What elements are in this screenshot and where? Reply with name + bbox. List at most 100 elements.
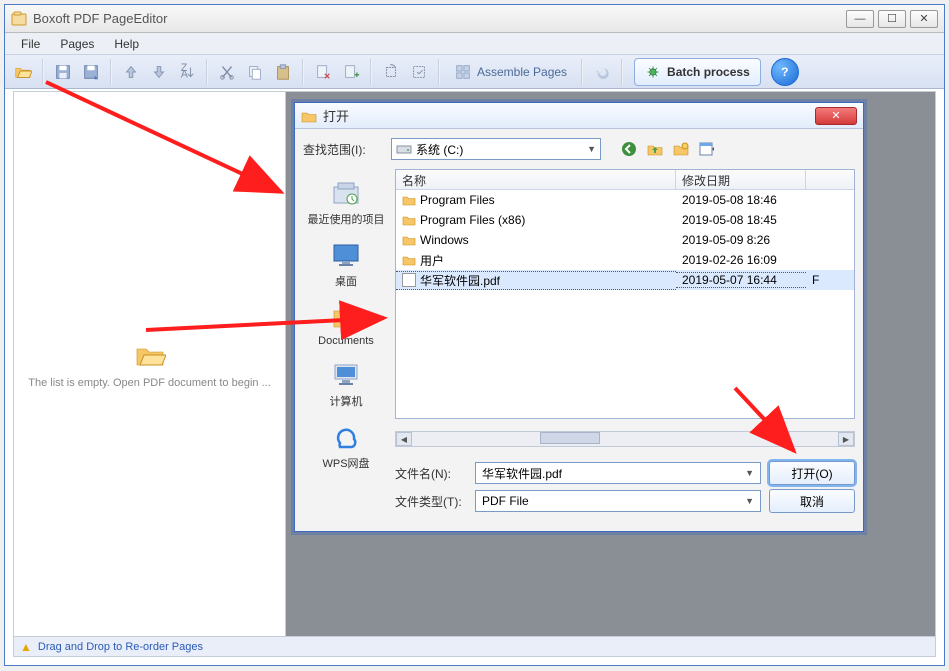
place-wps-label: WPS网盘 <box>322 455 369 471</box>
file-date: 2019-02-26 16:09 <box>676 253 806 267</box>
dialog-close-button[interactable]: ✕ <box>815 107 857 125</box>
rotate-button[interactable] <box>377 58 405 86</box>
file-list-header: 名称 修改日期 <box>396 170 854 190</box>
gear-icon <box>645 64 661 80</box>
dialog-title: 打开 <box>323 106 815 125</box>
menu-file[interactable]: File <box>11 34 50 54</box>
place-recent[interactable]: 最近使用的项目 <box>307 173 385 231</box>
place-documents-label: Documents <box>318 335 374 347</box>
lookin-value: 系统 (C:) <box>416 141 463 158</box>
header-date[interactable]: 修改日期 <box>676 170 806 189</box>
header-tail[interactable] <box>806 170 854 189</box>
scroll-thumb[interactable] <box>540 432 600 444</box>
scroll-track[interactable] <box>412 432 838 446</box>
separator <box>42 59 44 85</box>
up-button[interactable] <box>645 139 665 159</box>
places-bar: 最近使用的项目 桌面 Documents 计算机 WPS网盘 <box>303 169 389 449</box>
minimize-button[interactable]: — <box>846 10 874 28</box>
movedown-button[interactable] <box>145 58 173 86</box>
place-desktop[interactable]: 桌面 <box>307 235 385 293</box>
separator <box>621 59 623 85</box>
batch-label: Batch process <box>667 65 750 79</box>
assemble-icon <box>454 63 472 81</box>
statusbar: ▲ Drag and Drop to Re-order Pages <box>13 637 936 657</box>
back-button[interactable] <box>619 139 639 159</box>
scroll-right-button[interactable]: ▶ <box>838 432 854 446</box>
file-name: Program Files (x86) <box>420 213 525 227</box>
filename-label: 文件名(N): <box>395 465 467 482</box>
file-row[interactable]: 华军软件园.pdf2019-05-07 16:44F <box>396 270 854 290</box>
separator <box>302 59 304 85</box>
horizontal-scrollbar[interactable]: ◀ ▶ <box>395 431 855 447</box>
filename-combo[interactable]: 华军软件园.pdf ▼ <box>475 462 761 484</box>
viewmenu-button[interactable] <box>697 139 717 159</box>
assemble-label: Assemble Pages <box>477 65 567 79</box>
help-button[interactable]: ? <box>771 58 799 86</box>
file-date: 2019-05-08 18:45 <box>676 213 806 227</box>
svg-text:A: A <box>181 68 189 80</box>
menu-pages[interactable]: Pages <box>50 34 104 54</box>
file-list[interactable]: 名称 修改日期 Program Files2019-05-08 18:46Pro… <box>395 169 855 419</box>
scroll-left-button[interactable]: ◀ <box>396 432 412 446</box>
file-name: Windows <box>420 233 469 247</box>
window-controls: — ☐ ✕ <box>846 10 938 28</box>
place-desktop-label: 桌面 <box>335 273 357 289</box>
batch-process-button[interactable]: Batch process <box>634 58 761 86</box>
chevron-down-icon: ▼ <box>745 496 754 506</box>
save-button[interactable] <box>49 58 77 86</box>
menu-help[interactable]: Help <box>104 34 149 54</box>
moveup-button[interactable] <box>117 58 145 86</box>
file-row[interactable]: Windows 2019-05-09 8:26 <box>396 230 854 250</box>
cancel-button[interactable]: 取消 <box>769 489 855 513</box>
sort-button[interactable]: ZA <box>173 58 201 86</box>
file-row[interactable]: 用户 2019-02-26 16:09 <box>396 250 854 270</box>
undo-button[interactable] <box>588 58 616 86</box>
status-text: Drag and Drop to Re-order Pages <box>38 641 203 653</box>
separator <box>581 59 583 85</box>
window-title: Boxoft PDF PageEditor <box>33 11 846 26</box>
dialog-bottom: 文件名(N): 华军软件园.pdf ▼ 打开(O) 文件类型(T): PDF F… <box>395 459 855 523</box>
place-computer[interactable]: 计算机 <box>307 355 385 413</box>
place-wps[interactable]: WPS网盘 <box>307 417 385 475</box>
lookin-combo[interactable]: 系统 (C:) ▼ <box>391 138 601 160</box>
insert-button[interactable] <box>337 58 365 86</box>
place-documents[interactable]: Documents <box>307 297 385 351</box>
header-name[interactable]: 名称 <box>396 170 676 189</box>
file-row[interactable]: Program Files2019-05-08 18:46 <box>396 190 854 210</box>
paste-button[interactable] <box>269 58 297 86</box>
filetype-combo[interactable]: PDF File ▼ <box>475 490 761 512</box>
dialog-body: 查找范围(I): 系统 (C:) ▼ 最近使用的项目 桌面 <box>303 135 855 523</box>
file-date: 2019-05-07 16:44 <box>676 272 806 288</box>
maximize-button[interactable]: ☐ <box>878 10 906 28</box>
file-date: 2019-05-09 8:26 <box>676 233 806 247</box>
file-name: 用户 <box>420 252 444 269</box>
newfolder-button[interactable] <box>671 139 691 159</box>
close-button[interactable]: ✕ <box>910 10 938 28</box>
open-folder-icon <box>134 339 166 371</box>
drive-icon <box>396 141 412 157</box>
place-computer-label: 计算机 <box>330 393 363 409</box>
crop-button[interactable] <box>405 58 433 86</box>
cut-button[interactable] <box>213 58 241 86</box>
separator <box>438 59 440 85</box>
filename-value: 华军软件园.pdf <box>482 465 562 482</box>
open-confirm-button[interactable]: 打开(O) <box>769 461 855 485</box>
lookin-label: 查找范围(I): <box>303 141 383 158</box>
filetype-label: 文件类型(T): <box>395 493 467 510</box>
saveas-button[interactable] <box>77 58 105 86</box>
copy-button[interactable] <box>241 58 269 86</box>
chevron-down-icon: ▼ <box>587 144 596 154</box>
app-icon <box>11 11 27 27</box>
open-button[interactable] <box>9 58 37 86</box>
chevron-down-icon: ▼ <box>745 468 754 478</box>
file-name: 华军软件园.pdf <box>420 272 500 289</box>
file-row[interactable]: Program Files (x86) 2019-05-08 18:45 <box>396 210 854 230</box>
delete-button[interactable] <box>309 58 337 86</box>
file-name: Program Files <box>420 193 495 207</box>
empty-list-text: The list is empty. Open PDF document to … <box>28 377 271 389</box>
titlebar: Boxoft PDF PageEditor — ☐ ✕ <box>5 5 944 33</box>
assemble-button[interactable]: Assemble Pages <box>445 58 576 86</box>
page-list-pane: The list is empty. Open PDF document to … <box>14 92 286 636</box>
nav-icons <box>619 139 717 159</box>
separator <box>206 59 208 85</box>
